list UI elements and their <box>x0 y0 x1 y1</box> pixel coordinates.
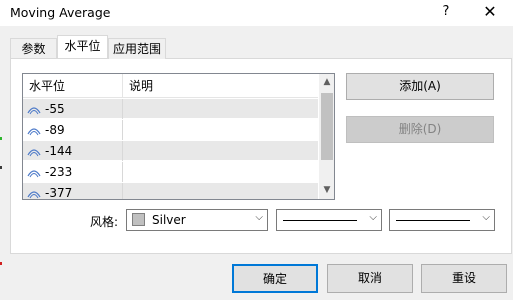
list-header: 水平位 说明 <box>23 74 318 98</box>
description-cell <box>123 141 318 161</box>
edge-mark <box>0 137 2 140</box>
vertical-scrollbar[interactable]: ▲ ▼ <box>319 74 334 199</box>
edge-mark <box>0 262 2 265</box>
description-cell <box>123 183 318 199</box>
level-line-icon <box>27 128 41 136</box>
color-swatch <box>132 213 145 226</box>
edge-mark <box>0 166 2 169</box>
delete-button[interactable]: 删除(D) <box>346 116 494 143</box>
level-row[interactable]: -233 <box>23 162 318 182</box>
column-header-level[interactable]: 水平位 <box>23 74 123 98</box>
level-line-icon <box>27 107 41 115</box>
add-button[interactable]: 添加(A) <box>346 73 494 100</box>
description-cell <box>123 99 318 119</box>
column-header-description[interactable]: 说明 <box>123 74 318 98</box>
scroll-down-icon[interactable]: ▼ <box>319 182 334 199</box>
line-style-sample <box>283 220 357 221</box>
level-cell <box>23 120 123 140</box>
level-line-icon <box>27 170 41 178</box>
tab-application-range[interactable]: 应用范围 <box>108 38 166 59</box>
level-value: -233 <box>45 165 73 179</box>
help-button[interactable]: ? <box>428 1 464 23</box>
level-value: -55 <box>45 102 65 116</box>
tab-levels[interactable]: 水平位 <box>57 35 108 58</box>
level-value: -377 <box>45 186 73 200</box>
ok-button[interactable]: 确定 <box>232 264 318 293</box>
level-line-icon <box>27 191 41 199</box>
level-value: -89 <box>45 123 65 137</box>
line-width-sample <box>396 220 470 221</box>
level-row[interactable]: -89 <box>23 120 318 140</box>
close-button[interactable]: ✕ <box>470 1 510 23</box>
scroll-thumb[interactable] <box>321 93 333 160</box>
level-cell <box>23 162 123 182</box>
cancel-button[interactable]: 取消 <box>327 264 413 293</box>
description-cell <box>123 162 318 182</box>
reset-button[interactable]: 重设 <box>421 264 507 293</box>
chevron-down-icon: ⌵ <box>255 212 263 223</box>
scroll-up-icon[interactable]: ▲ <box>319 74 334 91</box>
level-cell <box>23 141 123 161</box>
window-title: Moving Average <box>10 5 111 20</box>
style-label: 风格: <box>90 215 119 229</box>
color-select[interactable]: Silver ⌵ <box>126 209 268 231</box>
color-name: Silver <box>152 213 186 227</box>
line-width-select[interactable]: ⌵ <box>389 209 495 231</box>
level-row[interactable]: -377 <box>23 183 318 200</box>
level-line-icon <box>27 149 41 157</box>
tab-parameters[interactable]: 参数 <box>10 38 57 59</box>
level-value: -144 <box>45 144 73 158</box>
level-cell <box>23 99 123 119</box>
level-row[interactable]: -144 <box>23 141 318 161</box>
level-row[interactable]: -55 <box>23 99 318 119</box>
line-style-select[interactable]: ⌵ <box>276 209 382 231</box>
title-bar: Moving Average ? ✕ <box>0 0 513 26</box>
description-cell <box>123 120 318 140</box>
chevron-down-icon: ⌵ <box>369 212 377 223</box>
level-cell <box>23 183 123 199</box>
levels-list[interactable]: 水平位 说明 -55 -89 -144 -233 -377 ▲ ▼ <box>22 73 335 200</box>
chevron-down-icon: ⌵ <box>482 212 490 223</box>
